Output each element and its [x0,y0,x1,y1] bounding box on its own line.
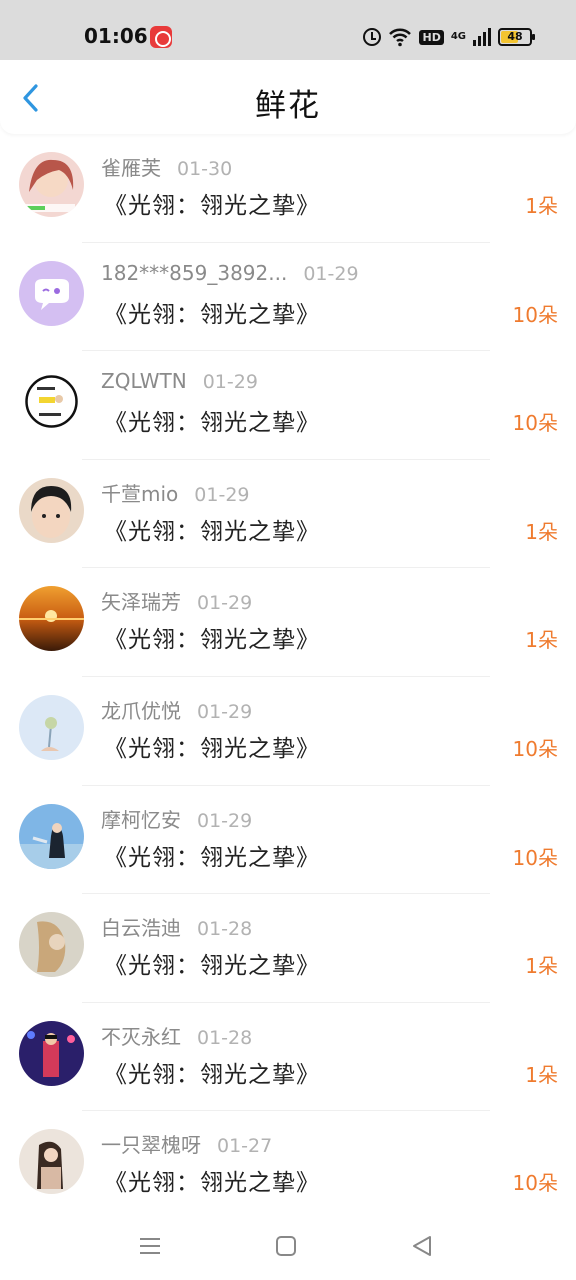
status-time: 01:06 [84,24,148,48]
page: 01:06 HD 4G 48 鲜花 雀雁芙 01-30 《光翎：翎光之挚》 1朵… [0,0,576,1280]
list-item[interactable]: 雀雁芙 01-30 《光翎：翎光之挚》 1朵 [0,134,576,243]
flower-count: 10朵 [512,845,558,870]
home-square-icon [276,1236,296,1256]
date: 01-29 [303,262,359,285]
list-item[interactable]: 182***859_3892... 01-29 《光翎：翎光之挚》 10朵 [0,243,576,352]
user-name-row: 白云浩迪 01-28 [101,912,252,941]
avatar[interactable] [19,477,84,543]
avatar[interactable] [19,369,84,435]
list-item[interactable]: 矢泽瑞芳 01-29 《光翎：翎光之挚》 1朵 [0,568,576,677]
back-triangle-icon [413,1236,431,1256]
alarm-icon [363,28,382,46]
book-title[interactable]: 《光翎：翎光之挚》 [104,1055,320,1089]
status-icons: HD 4G 48 [363,26,535,48]
flower-count: 10朵 [512,736,558,761]
list-item[interactable]: 摩柯忆安 01-29 《光翎：翎光之挚》 10朵 [0,786,576,895]
home-button[interactable] [272,1232,300,1260]
date: 01-29 [194,483,250,506]
book-title[interactable]: 《光翎：翎光之挚》 [104,403,320,437]
book-title[interactable]: 《光翎：翎光之挚》 [104,729,320,763]
flower-count: 10朵 [512,411,558,436]
header: 鲜花 [0,60,576,134]
page-title: 鲜花 [255,88,321,124]
book-title[interactable]: 《光翎：翎光之挚》 [104,1163,320,1197]
user-name-row: 不灭永红 01-28 [101,1021,252,1050]
user-name-row: 矢泽瑞芳 01-29 [101,586,252,615]
user-name-row: 一只翠槐呀 01-27 [101,1129,272,1158]
system-nav-bar [0,1218,576,1280]
list-item[interactable]: 白云浩迪 01-28 《光翎：翎光之挚》 1朵 [0,894,576,1003]
book-title[interactable]: 《光翎：翎光之挚》 [104,620,320,654]
user-name-row: 182***859_3892... 01-29 [101,261,359,285]
network-type: 4G [450,31,466,42]
date: 01-28 [197,918,253,941]
book-title[interactable]: 《光翎：翎光之挚》 [104,295,320,329]
flower-count: 10朵 [512,1171,558,1196]
app-notification-icon [150,26,172,48]
signal-icon [473,28,491,46]
battery-level: 48 [507,30,523,43]
user-name[interactable]: 矢泽瑞芳 [101,590,181,614]
date: 01-29 [197,809,253,832]
user-name-row: 千萱mio 01-29 [101,478,250,507]
wifi-icon [388,27,412,47]
user-name-row: 摩柯忆安 01-29 [101,804,252,833]
list-item[interactable]: ZQLWTN 01-29 《光翎：翎光之挚》 10朵 [0,351,576,460]
date: 01-29 [197,592,253,615]
book-title[interactable]: 《光翎：翎光之挚》 [104,946,320,980]
user-name[interactable]: 不灭永红 [101,1025,181,1049]
user-name[interactable]: 千萱mio [101,482,178,506]
user-name[interactable]: 雀雁芙 [101,156,161,180]
date: 01-29 [202,371,258,394]
user-name[interactable]: 182***859_3892... [101,261,287,285]
menu-icon [140,1238,160,1254]
user-name[interactable]: 一只翠槐呀 [101,1133,201,1157]
user-name-row: 龙爪优悦 01-29 [101,695,252,724]
list-item[interactable]: 龙爪优悦 01-29 《光翎：翎光之挚》 10朵 [0,677,576,786]
date: 01-27 [217,1135,273,1158]
user-name[interactable]: 摩柯忆安 [101,808,181,832]
user-name[interactable]: 白云浩迪 [101,916,181,940]
book-title[interactable]: 《光翎：翎光之挚》 [104,838,320,872]
avatar[interactable] [19,1129,84,1195]
avatar[interactable] [19,1020,84,1086]
list-item[interactable]: 一只翠槐呀 01-27 《光翎：翎光之挚》 10朵 [0,1111,576,1220]
user-name-row: 雀雁芙 01-30 [101,152,232,181]
flower-count: 1朵 [525,1062,558,1087]
status-bar: 01:06 HD 4G 48 [0,0,576,60]
avatar[interactable] [19,586,84,652]
book-title[interactable]: 《光翎：翎光之挚》 [104,186,320,220]
avatar[interactable] [19,803,84,869]
avatar[interactable] [19,260,84,326]
date: 01-30 [177,158,233,180]
flower-count: 1朵 [525,628,558,653]
flower-count: 1朵 [525,954,558,979]
date: 01-28 [197,1026,253,1049]
flower-count: 10朵 [512,302,558,327]
system-back-button[interactable] [408,1232,436,1260]
user-name[interactable]: ZQLWTN [101,369,187,393]
date: 01-29 [197,700,253,723]
flower-count: 1朵 [525,194,558,218]
user-name-row: ZQLWTN 01-29 [101,369,258,393]
avatar[interactable] [19,694,84,760]
battery-icon: 48 [498,28,535,46]
flower-list: 雀雁芙 01-30 《光翎：翎光之挚》 1朵 182***859_3892... 0… [0,134,576,1220]
user-name[interactable]: 龙爪优悦 [101,699,181,723]
book-title[interactable]: 《光翎：翎光之挚》 [104,512,320,546]
flower-count: 1朵 [525,519,558,544]
avatar[interactable] [19,152,84,217]
list-item[interactable]: 千萱mio 01-29 《光翎：翎光之挚》 1朵 [0,460,576,569]
hd-badge: HD [419,29,444,45]
list-item[interactable]: 不灭永红 01-28 《光翎：翎光之挚》 1朵 [0,1003,576,1112]
menu-button[interactable] [136,1232,164,1260]
avatar[interactable] [19,912,84,978]
